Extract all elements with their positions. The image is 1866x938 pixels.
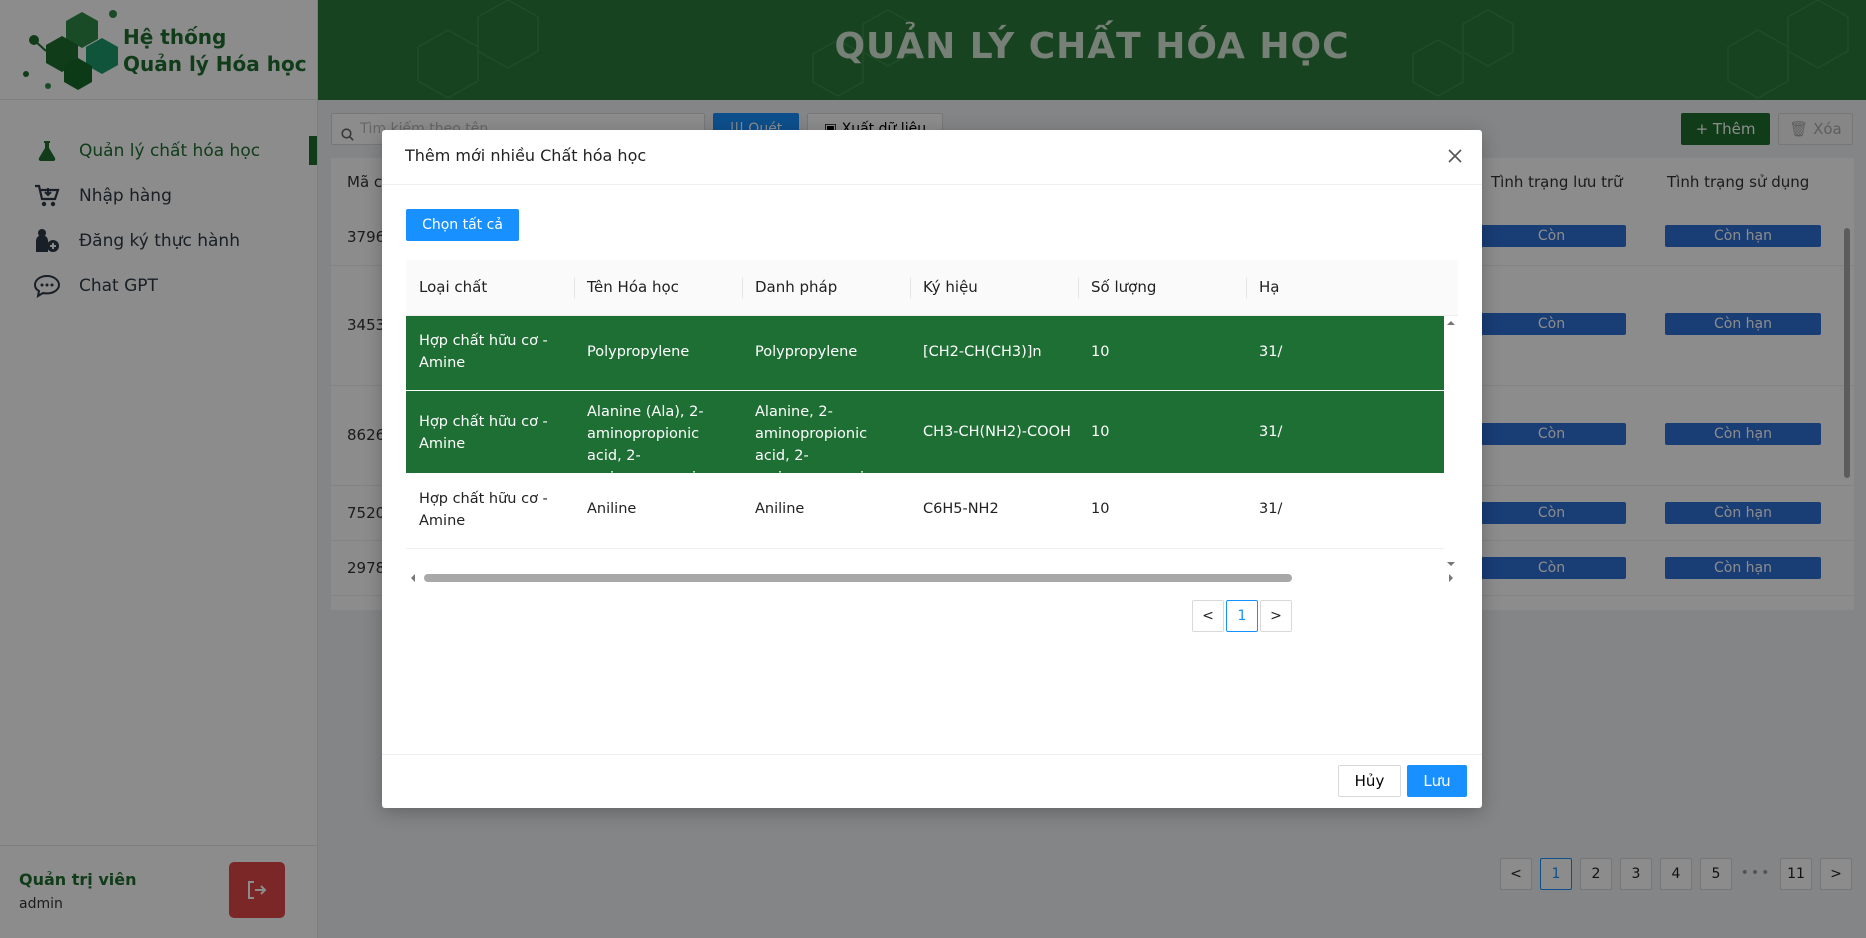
cell-type: Hợp chất hữu cơ - Amine <box>419 414 548 452</box>
cell-name: Polypropylene <box>587 344 690 360</box>
table-row[interactable]: Hợp chất hữu cơ - Amine Aniline Aniline … <box>406 474 1444 549</box>
cell-expiry: 31/ <box>1259 501 1283 517</box>
cell-type: Hợp chất hữu cơ - Amine <box>419 333 548 371</box>
modal-next-page-button[interactable]: > <box>1260 600 1292 632</box>
column-header-symbol[interactable]: Ký hiệu <box>923 278 978 296</box>
chemicals-selection-table: Loại chất Tên Hóa học Danh pháp Ký hiệu … <box>406 260 1458 585</box>
table-row[interactable]: Hợp chất hữu cơ - Amine Alanine (Ala), 2… <box>406 391 1444 508</box>
select-all-button[interactable]: Chọn tất cả <box>406 209 519 241</box>
arrow-right-icon <box>1449 574 1453 582</box>
scrollbar-thumb[interactable] <box>424 574 1292 582</box>
column-divider <box>1078 278 1079 298</box>
cell-name: Aniline <box>587 501 637 517</box>
modal-header: Thêm mới nhiều Chất hóa học <box>382 130 1482 185</box>
column-divider <box>574 278 575 298</box>
close-icon <box>1448 149 1462 163</box>
arrow-left-icon <box>411 574 415 582</box>
column-header-expiry[interactable]: Hạ <box>1259 278 1279 296</box>
column-header-type[interactable]: Loại chất <box>419 278 487 296</box>
save-button[interactable]: Lưu <box>1407 765 1467 797</box>
arrow-down-icon <box>1447 562 1455 566</box>
cell-symbol: C6H5-NH2 <box>923 501 999 517</box>
cell-nomenclature: Aniline <box>755 501 805 517</box>
cell-expiry: 31/ <box>1259 424 1283 440</box>
cell-quantity: 10 <box>1091 344 1110 360</box>
table-vertical-scrollbar[interactable] <box>1444 316 1458 571</box>
modal-title: Thêm mới nhiều Chất hóa học <box>405 146 647 165</box>
table-row[interactable]: Hợp chất hữu cơ - Amine Polypropylene Po… <box>406 316 1444 391</box>
table-horizontal-scrollbar[interactable] <box>406 571 1458 585</box>
arrow-up-icon <box>1447 321 1455 325</box>
modal-prev-page-button[interactable]: < <box>1192 600 1224 632</box>
column-header-name[interactable]: Tên Hóa học <box>587 278 679 296</box>
cell-quantity: 10 <box>1091 501 1110 517</box>
column-header-nomenclature[interactable]: Danh pháp <box>755 278 837 296</box>
column-divider <box>910 278 911 298</box>
column-divider <box>742 278 743 298</box>
modal-page-1-button[interactable]: 1 <box>1226 600 1258 632</box>
cell-nomenclature: Polypropylene <box>755 344 858 360</box>
cell-expiry: 31/ <box>1259 344 1283 360</box>
column-header-quantity[interactable]: Số lượng <box>1091 278 1156 296</box>
modal-footer: Hủy Lưu <box>382 754 1482 808</box>
bulk-add-modal: Thêm mới nhiều Chất hóa học Chọn tất cả … <box>382 130 1482 808</box>
table-header: Loại chất Tên Hóa học Danh pháp Ký hiệu … <box>406 260 1458 316</box>
close-button[interactable] <box>1445 148 1465 168</box>
cell-quantity: 10 <box>1091 424 1110 440</box>
cell-symbol: CH3-CH(NH2)-COOH <box>923 424 1071 440</box>
column-divider <box>1246 278 1247 298</box>
cell-type: Hợp chất hữu cơ - Amine <box>419 491 548 529</box>
cancel-button[interactable]: Hủy <box>1338 765 1401 797</box>
cell-symbol: [CH2-CH(CH3)]n <box>923 344 1042 360</box>
